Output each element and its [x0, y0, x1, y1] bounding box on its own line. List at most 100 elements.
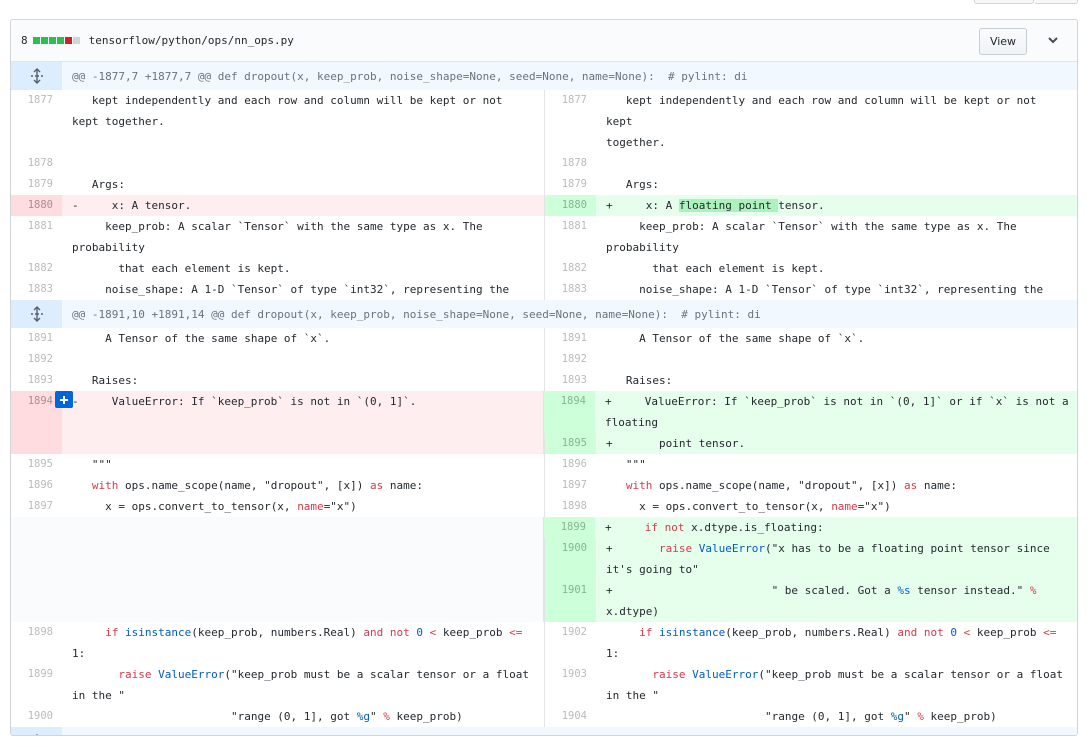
code-deleted: - x: A tensor.: [72, 199, 192, 212]
code-right: """: [606, 458, 646, 471]
line-number-right[interactable]: 1878: [545, 153, 596, 174]
line-number-right[interactable]: 1904: [545, 706, 596, 727]
code-text: (keep_prob, numbers.Real): [725, 626, 898, 639]
line-number-left[interactable]: 1883: [11, 279, 62, 300]
code-added: + if not x.dtype.is_floating:: [595, 517, 1077, 538]
keyword: if: [105, 626, 119, 639]
diffstat-count: 8: [21, 34, 28, 47]
line-number-right[interactable]: 1881: [545, 216, 596, 258]
code-text: keep_prob: [436, 626, 510, 639]
line-number-right[interactable]: 1894: [544, 391, 595, 433]
code-right: keep_prob: A scalar `Tensor` with the sa…: [606, 220, 1017, 254]
code-left: [62, 153, 544, 174]
builtin: ValueError: [692, 542, 765, 555]
builtin: %s: [897, 584, 911, 597]
diff-row: 1896 with ops.name_scope(name, "dropout"…: [11, 475, 1077, 496]
code-left: x = ops.convert_to_tensor(x, name="x"): [62, 496, 544, 517]
code-added: + ValueError: If `keep_prob` is not in `…: [605, 395, 1069, 429]
line-number-left[interactable]: 1896: [11, 475, 62, 496]
line-number-left[interactable]: 1898: [11, 622, 62, 664]
hunk-header: @@ -1891,10 +1891,14 @@ def dropout(x, k…: [11, 300, 1077, 328]
diff-row: 1877 kept independently and each row and…: [11, 90, 1077, 153]
line-number-right[interactable]: 1897: [545, 475, 596, 496]
code-right: kept independently and each row and colu…: [606, 94, 1037, 149]
line-number-right[interactable]: 1896: [545, 454, 596, 475]
code-text: tensor.: [778, 199, 825, 212]
line-number-right[interactable]: 1877: [545, 90, 596, 153]
expand-button[interactable]: [11, 300, 62, 328]
builtin: %g: [890, 710, 905, 723]
line-number-left[interactable]: 1878: [11, 153, 62, 174]
keyword: as: [904, 479, 918, 492]
line-number-left[interactable]: 1882: [11, 258, 62, 279]
keyword: <=: [1043, 626, 1057, 639]
keyword: raise: [118, 668, 152, 681]
code-left: with ops.name_scope(name, "dropout", [x]…: [62, 475, 544, 496]
line-number-right[interactable]: 1902: [545, 622, 596, 664]
code-text: x = ops.convert_to_tensor(x,: [72, 500, 298, 513]
line-number-right[interactable]: 1895: [545, 433, 596, 454]
view-file-button[interactable]: View: [979, 28, 1027, 55]
line-number-right[interactable]: 1898: [545, 496, 596, 517]
line-number-left[interactable]: 1881: [11, 216, 62, 258]
line-number-left[interactable]: 1899: [11, 664, 62, 706]
line-number-right[interactable]: 1899: [544, 517, 595, 538]
unfold-icon: [30, 68, 43, 84]
expand-button[interactable]: [11, 62, 62, 90]
line-number-left[interactable]: 1895: [11, 454, 62, 475]
line-number-left[interactable]: 1893: [11, 370, 62, 391]
top-button-right[interactable]: [1034, 0, 1078, 4]
line-number-left[interactable]: 1891: [11, 328, 62, 349]
line-number-left[interactable]: 1877: [11, 90, 62, 153]
diff-file: 8 tensorflow/python/ops/nn_ops.py View @…: [10, 19, 1078, 736]
line-number-right[interactable]: 1892: [545, 349, 596, 370]
diff-row: 1882 that each element is kept. 1882 tha…: [11, 258, 1077, 279]
builtin: isinstance: [118, 626, 192, 639]
line-number-left[interactable]: 1879: [11, 174, 62, 195]
diff-row: 1900 "range (0, 1], got %g" % keep_prob)…: [11, 706, 1077, 727]
keyword: %: [1029, 584, 1037, 597]
line-number-right[interactable]: 1893: [545, 370, 596, 391]
diffstat-block: [72, 37, 80, 44]
word-highlight: floating point: [678, 199, 779, 212]
file-path[interactable]: tensorflow/python/ops/nn_ops.py: [89, 34, 294, 47]
code-text: + x: A: [606, 199, 679, 212]
code-text: + " be scaled. Got a: [606, 584, 898, 597]
line-number-left[interactable]: 1892: [11, 349, 62, 370]
code-text: tensor instead.": [910, 584, 1030, 597]
code-text: ": [370, 710, 384, 723]
keyword: with: [625, 479, 653, 492]
code-right: Raises:: [606, 374, 673, 387]
diff-row: 1891 A Tensor of the same shape of `x`. …: [11, 328, 1077, 349]
keyword: %: [383, 710, 390, 723]
top-button-left[interactable]: [974, 0, 1034, 4]
line-number-right[interactable]: 1880: [545, 195, 596, 216]
keyword: and not: [897, 626, 944, 639]
add-comment-button[interactable]: [55, 391, 73, 408]
line-number-left[interactable]: 1880: [11, 195, 62, 216]
line-number-left[interactable]: 1897: [11, 496, 62, 517]
code-text: x.dtype.is_floating:: [684, 521, 824, 534]
line-number-right[interactable]: 1891: [545, 328, 596, 349]
code-text: name:: [917, 479, 958, 492]
line-number-right[interactable]: 1900: [545, 538, 596, 580]
diffstat-block: [56, 37, 64, 44]
diffstat-block: [48, 37, 56, 44]
chevron-down-icon[interactable]: [1045, 32, 1061, 48]
line-number-right[interactable]: 1883: [545, 279, 596, 300]
code-left: if isinstance(keep_prob, numbers.Real) a…: [62, 622, 544, 664]
line-number-right[interactable]: 1882: [545, 258, 596, 279]
line-number-right[interactable]: 1901: [545, 580, 596, 622]
code-left: raise ValueError("keep_prob must be a sc…: [62, 664, 544, 706]
diff-row: 1898 if isinstance(keep_prob, numbers.Re…: [11, 622, 1077, 664]
diff-row: 1881 keep_prob: A scalar `Tensor` with t…: [11, 216, 1077, 258]
code-left: """: [72, 458, 112, 471]
line-number-left[interactable]: 1900: [11, 706, 62, 727]
line-number-right[interactable]: 1903: [545, 664, 596, 706]
line-number-right[interactable]: 1879: [545, 174, 596, 195]
keyword: and not: [363, 626, 410, 639]
expand-button[interactable]: [11, 727, 62, 735]
